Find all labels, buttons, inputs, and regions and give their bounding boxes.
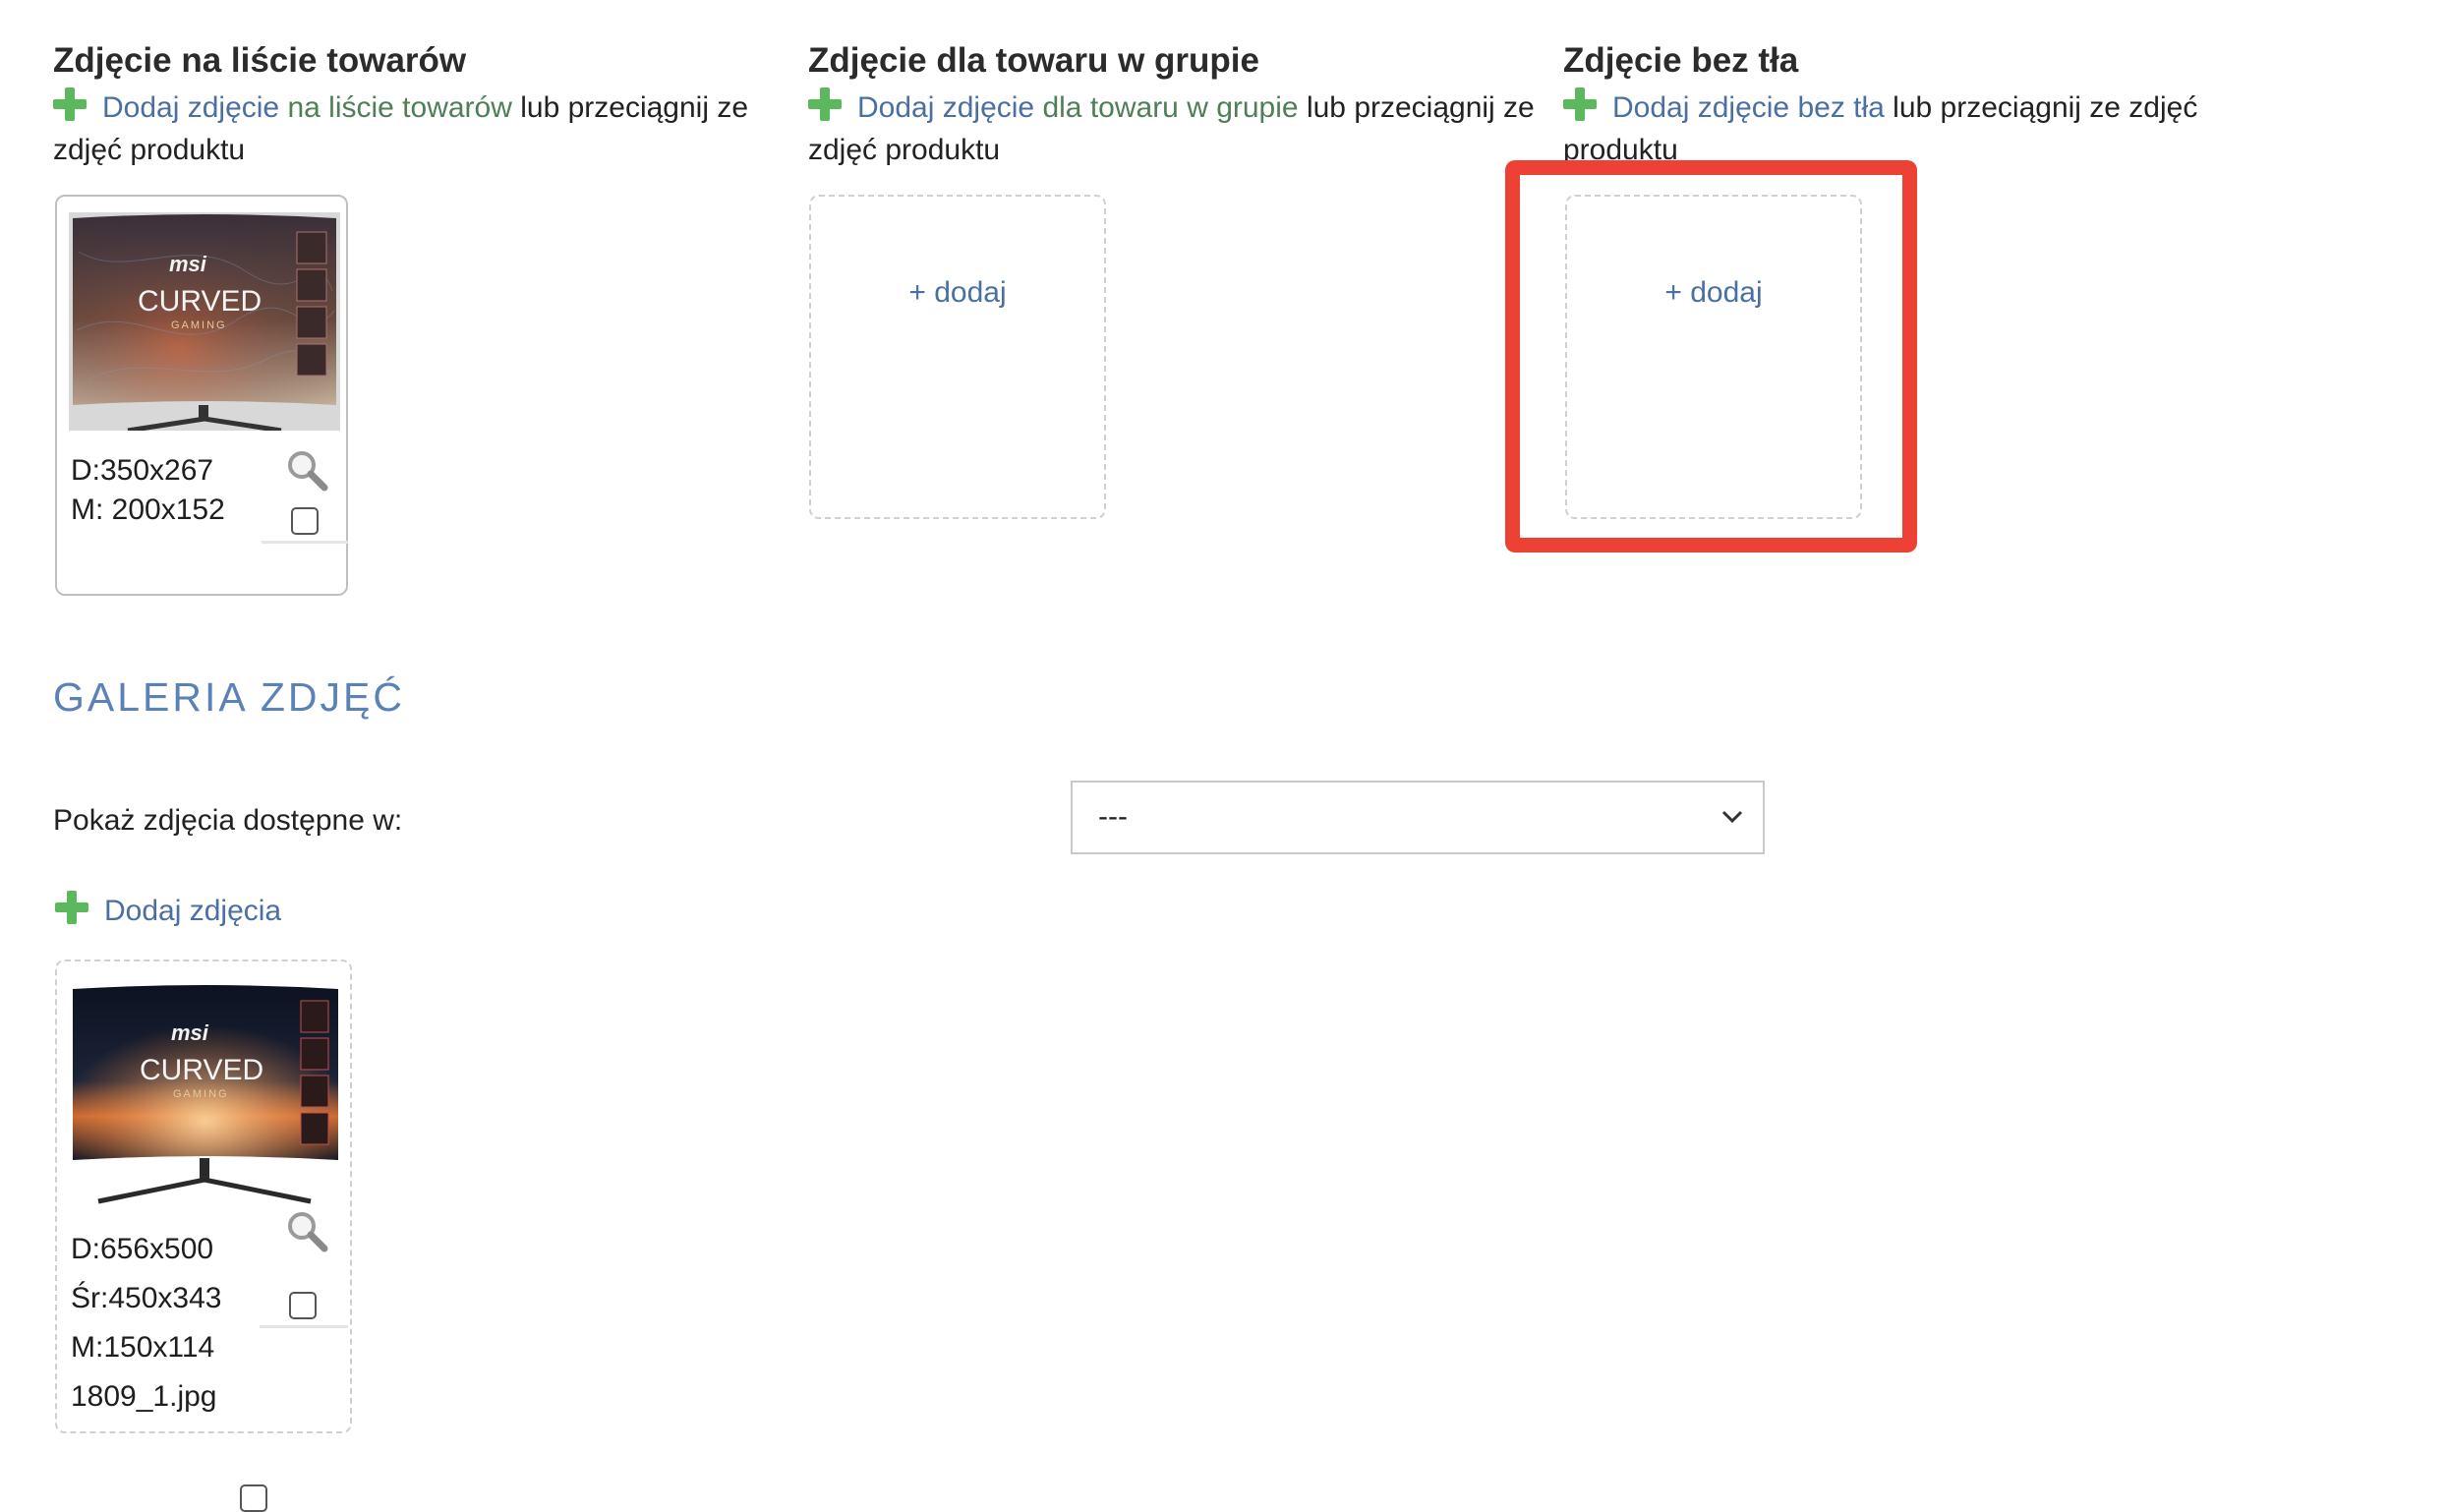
monitor-thumbnail[interactable]: msi CURVED GAMING xyxy=(69,212,340,431)
add-photos-row[interactable]: Dodaj zdjęcia xyxy=(55,891,281,928)
list-photo-card[interactable]: msi CURVED GAMING D:350x267 M: 200x152 xyxy=(55,195,348,596)
image-filename: 1809_1.jpg xyxy=(71,1380,217,1413)
chevron-down-icon xyxy=(1721,810,1743,824)
select-value: --- xyxy=(1098,800,1128,833)
image-dimension-sr: Śr:450x343 xyxy=(71,1282,222,1314)
add-photo-link[interactable]: Dodaj zdjęcie xyxy=(857,91,1034,124)
brand-text: msi xyxy=(171,1020,209,1045)
checkbox-divider xyxy=(262,541,348,544)
plus-icon[interactable] xyxy=(55,891,88,924)
section-title: Zdjęcie bez tła xyxy=(1563,41,1799,80)
highlight-frame xyxy=(1505,160,1917,552)
image-dimension-m: M:150x114 xyxy=(71,1331,215,1364)
section-description: Dodaj zdjęcie na liście towarów lub prze… xyxy=(53,87,800,171)
plus-icon[interactable] xyxy=(53,87,87,121)
group-photo-dropzone[interactable]: + dodaj xyxy=(809,195,1106,519)
monitor-thumbnail[interactable]: msi CURVED GAMING xyxy=(69,981,342,1207)
gallery-item-card[interactable]: msi CURVED GAMING D:656x500 Śr:450x343 M… xyxy=(55,960,352,1433)
target-link[interactable]: bez tła xyxy=(1797,91,1884,124)
image-dimension-m: M: 200x152 xyxy=(71,494,225,526)
add-photo-link[interactable]: Dodaj zdjęcie xyxy=(102,91,279,124)
magnifier-icon[interactable] xyxy=(285,448,328,492)
add-photos-link[interactable]: Dodaj zdjęcia xyxy=(104,895,281,927)
gallery-heading: GALERIA ZDJĘĆ xyxy=(53,674,405,720)
checkbox-divider xyxy=(260,1325,348,1328)
select-checkbox[interactable] xyxy=(291,507,319,535)
image-dimension-d: D:656x500 xyxy=(71,1233,214,1265)
section-description: Dodaj zdjęcie bez tła lub przeciągnij ze… xyxy=(1563,87,2310,171)
section-no-bg-photo: Zdjęcie bez tła Dodaj zdjęcie bez tła lu… xyxy=(1563,39,2310,171)
availability-select[interactable]: --- xyxy=(1071,781,1765,854)
target-link[interactable]: na liście towarów xyxy=(287,91,511,124)
select-all-checkbox[interactable] xyxy=(240,1484,267,1512)
section-title: Zdjęcie dla towaru w grupie xyxy=(808,41,1259,80)
magnifier-icon[interactable] xyxy=(285,1209,328,1252)
image-dimension-d: D:350x267 xyxy=(71,454,214,487)
sub-text: GAMING xyxy=(173,1088,229,1100)
section-list-photo: Zdjęcie na liście towarów Dodaj zdjęcie … xyxy=(53,39,800,171)
headline-text: CURVED xyxy=(140,1054,263,1086)
headline-text: CURVED xyxy=(138,285,262,318)
filter-label: Pokaż zdjęcia dostępne w: xyxy=(53,804,403,837)
target-link[interactable]: dla towaru w grupie xyxy=(1042,91,1298,124)
select-checkbox[interactable] xyxy=(289,1292,317,1319)
section-group-photo: Zdjęcie dla towaru w grupie Dodaj zdjęci… xyxy=(808,39,1555,171)
sub-text: GAMING xyxy=(171,320,227,331)
section-title: Zdjęcie na liście towarów xyxy=(53,41,467,80)
brand-text: msi xyxy=(169,252,207,276)
plus-icon[interactable] xyxy=(1563,87,1597,121)
add-photo-link[interactable]: Dodaj zdjęcie xyxy=(1612,91,1789,124)
section-description: Dodaj zdjęcie dla towaru w grupie lub pr… xyxy=(808,87,1555,171)
plus-icon[interactable] xyxy=(808,87,842,121)
